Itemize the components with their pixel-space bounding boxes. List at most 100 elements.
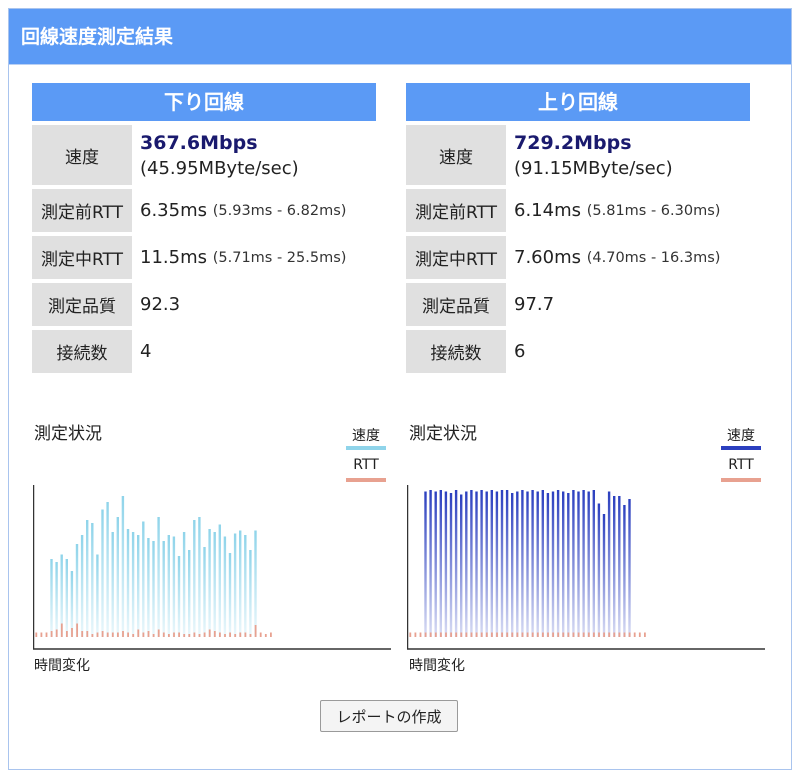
upload-title: 上り回線 [406, 83, 750, 121]
upload-rtt-bar [582, 632, 585, 637]
upload-rtt-bar [485, 632, 488, 637]
upload-rtt-bar [445, 632, 447, 637]
upload-speed-bar [465, 491, 468, 637]
download-rtt-bar [71, 628, 73, 637]
upload-rtt-bar [587, 632, 590, 637]
download-speed-bar [218, 524, 221, 637]
upload-rtt-bar [572, 632, 575, 637]
upload-speed-bar [602, 514, 606, 637]
download-speed-bar [254, 530, 257, 637]
download-rtt-bar [40, 632, 43, 637]
download-speed-bar [203, 547, 206, 637]
download-rtt-bar [168, 634, 170, 637]
download-rtt-before-row: 測定前RTT 6.35ms (5.93ms - 6.82ms) [32, 189, 376, 232]
upload-speed-bar [485, 491, 488, 637]
download-speed-bar [142, 521, 145, 637]
download-speed-bar [233, 533, 237, 637]
download-speed-bar [101, 509, 104, 637]
upload-rtt-bar [608, 632, 611, 637]
upload-speed-bar [531, 490, 534, 637]
download-speed-row: 速度 367.6Mbps (45.95MByte/sec) [32, 125, 376, 185]
download-legend-rtt-label: RTT [353, 457, 379, 473]
upload-rtt-bar [633, 632, 636, 637]
upload-speed-bar [577, 491, 580, 637]
upload-speed-bar [460, 494, 463, 637]
download-speed-value: 367.6Mbps (45.95MByte/sec) [132, 125, 376, 185]
download-rtt-bar [81, 631, 84, 637]
upload-rtt-bar [536, 632, 539, 637]
download-rtt-bar [193, 632, 196, 637]
upload-rtt-bar [628, 632, 631, 637]
upload-rtt-bar [526, 632, 529, 637]
download-rtt-bar [198, 634, 201, 637]
download-rtt-bar [178, 632, 180, 637]
upload-rtt-bar [593, 632, 595, 637]
upload-panel: 上り回線 速度 729.2Mbps (91.15MByte/sec) 測定前RT… [406, 83, 750, 373]
upload-speed-bar [551, 491, 555, 637]
upload-rtt-before: 6.14ms [514, 200, 581, 221]
upload-speed-bar [429, 490, 432, 637]
upload-speed-bar [444, 491, 448, 637]
download-speed-bar [182, 532, 186, 637]
upload-speed-bar [541, 490, 544, 637]
upload-speed-bar [613, 496, 616, 637]
upload-speed-bar [628, 499, 631, 637]
upload-rtt-bar [521, 632, 524, 637]
upload-rtt-bar [623, 632, 626, 637]
download-speed-bar [188, 550, 191, 637]
upload-speed-bar [587, 491, 590, 637]
upload-rtt-before-value: 6.14ms (5.81ms - 6.30ms) [506, 189, 750, 232]
download-rtt-during-range: (5.71ms - 25.5ms) [212, 249, 347, 266]
download-rtt-bar [259, 632, 262, 637]
create-report-button[interactable]: レポートの作成 [320, 700, 458, 732]
download-connections-value: 4 [140, 341, 152, 362]
upload-rtt-bar [547, 632, 549, 637]
upload-rtt-bar [577, 632, 580, 637]
download-quality-row: 測定品質 92.3 [32, 283, 376, 326]
upload-rtt-bar [567, 632, 570, 637]
download-rtt-before-label: 測定前RTT [32, 189, 132, 232]
upload-speed-bar [490, 490, 493, 637]
upload-rtt-bar [465, 632, 468, 637]
upload-rtt-bar [552, 632, 554, 637]
download-rtt-during: 11.5ms [140, 247, 207, 268]
upload-rtt-bar [414, 632, 417, 637]
upload-rtt-bar [496, 632, 498, 637]
download-rtt-bar [183, 634, 186, 637]
upload-quality-row: 測定品質 97.7 [406, 283, 750, 326]
download-rtt-bar [157, 629, 160, 637]
upload-speed-bar [556, 490, 560, 637]
download-speed-bar [50, 559, 53, 637]
download-rtt-bar [142, 632, 145, 637]
download-speed-bar [116, 517, 119, 637]
upload-rtt-bar [455, 632, 458, 637]
upload-rtt-bar [475, 632, 478, 637]
download-speed-bar [137, 535, 140, 637]
download-speed-bar [147, 538, 150, 637]
upload-legend-rtt-label: RTT [728, 457, 754, 473]
download-rtt-bar [239, 632, 242, 637]
upload-speed-bar [516, 491, 519, 637]
upload-speed-bar [480, 490, 483, 637]
upload-legend-rtt-line [721, 478, 761, 482]
upload-speed-bar [536, 491, 539, 637]
upload-connections-row: 接続数 6 [406, 330, 750, 373]
upload-rtt-bar [424, 632, 427, 637]
download-speed-bar [228, 553, 232, 637]
upload-speed-bar [495, 491, 499, 637]
download-rtt-bar [106, 632, 109, 637]
download-speed-bar [167, 535, 170, 637]
upload-quality-value: 97.7 [514, 294, 555, 315]
download-rtt-bar [50, 631, 53, 637]
download-rtt-bar [147, 631, 150, 637]
download-rtt-bar [224, 634, 226, 637]
upload-rtt-bar [613, 632, 616, 637]
upload-chart [407, 485, 765, 650]
download-speed-bar [223, 536, 227, 637]
download-rtt-bar [137, 629, 140, 637]
upload-rtt-during-row: 測定中RTT 7.60ms (4.70ms - 16.3ms) [406, 236, 750, 279]
upload-rtt-bar [511, 632, 514, 637]
download-speed-bar [75, 544, 79, 637]
page-title: 回線速度測定結果 [9, 9, 791, 65]
download-speed-bar [213, 532, 216, 637]
